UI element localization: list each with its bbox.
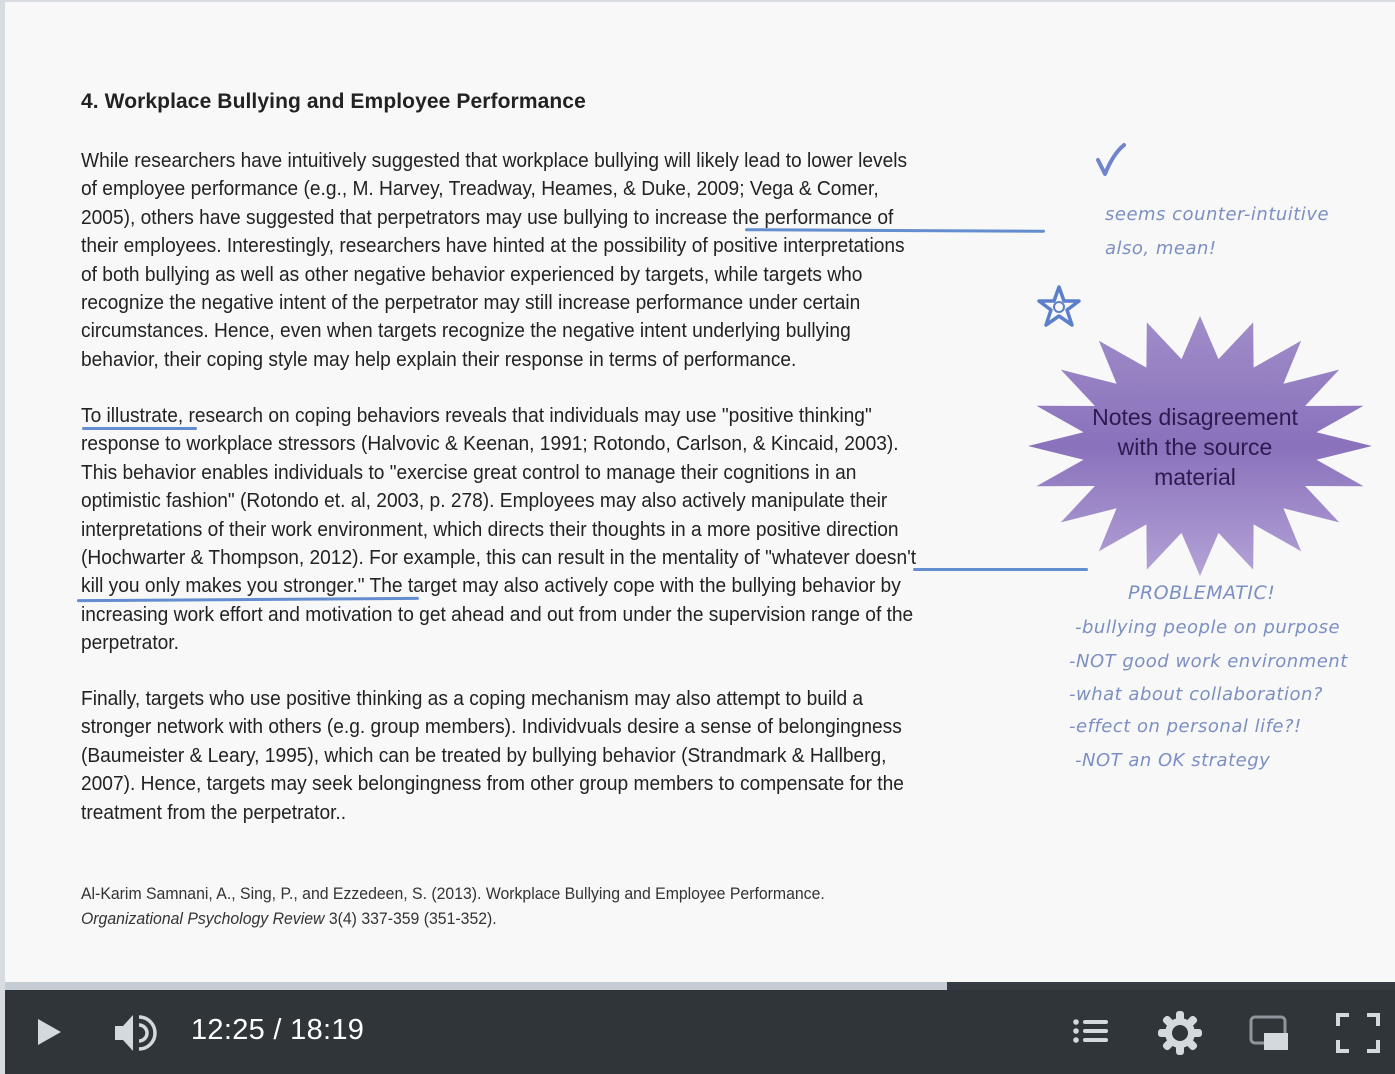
text-line: (Hochwarter & Thompson, 2012). For examp… bbox=[81, 546, 917, 570]
slide-heading: 4. Workplace Bullying and Employee Perfo… bbox=[81, 90, 586, 113]
text-line: of both bullying as well as other negati… bbox=[81, 262, 863, 286]
text-line: response to workplace stressors (Halvovi… bbox=[81, 432, 899, 456]
volume-button[interactable] bbox=[113, 1012, 165, 1059]
paragraph-3: Finally, targets who use positive thinki… bbox=[81, 685, 1016, 827]
paragraph-1: While researchers have intuitively sugge… bbox=[81, 147, 1016, 374]
note-problematic-item: -effect on personal life?! bbox=[1069, 716, 1302, 737]
note-problematic-item: -NOT good work environment bbox=[1069, 651, 1348, 672]
play-button[interactable] bbox=[35, 1017, 63, 1052]
fullscreen-icon bbox=[1336, 1013, 1380, 1053]
text-line: optimistic fashion" (Rotondo et. al, 200… bbox=[81, 489, 888, 513]
gear-tooth bbox=[1176, 1011, 1184, 1021]
note-problematic-title: PROBLEMATIC! bbox=[1128, 582, 1276, 604]
volume-icon bbox=[115, 1015, 157, 1051]
journal-title: Organizational Psychology Review bbox=[81, 908, 325, 928]
note-also-mean: also, mean! bbox=[1105, 238, 1217, 259]
gear-tooth bbox=[1176, 1045, 1184, 1055]
starburst-callout-text: Notes disagreement with the source mater… bbox=[1055, 402, 1335, 492]
text-line: treatment from the perpetrator.. bbox=[81, 800, 347, 824]
gear-icon bbox=[1158, 1011, 1202, 1055]
gear-tooth bbox=[1158, 1029, 1168, 1037]
callout-line: with the source bbox=[1117, 434, 1273, 460]
text-line: recognize the negative intent of the per… bbox=[81, 291, 861, 315]
paragraph-2: To illustrate, research on coping behavi… bbox=[81, 402, 1016, 658]
text-line: Finally, targets who use positive thinki… bbox=[81, 687, 864, 710]
note-problematic-item: -what about collaboration? bbox=[1069, 684, 1323, 705]
time-display: 12:25 / 18:19 bbox=[191, 1014, 365, 1046]
text-line: increasing work effort and motivation to… bbox=[81, 602, 914, 626]
text-line: their employees. Interestingly, research… bbox=[81, 234, 905, 258]
text-line: interpretations of their work environmen… bbox=[81, 517, 899, 541]
text-line: This behavior enables individuals to "ex… bbox=[81, 460, 857, 484]
text-line: To illustrate, research on coping behavi… bbox=[81, 404, 872, 427]
note-problematic-item: -NOT an OK strategy bbox=[1075, 750, 1271, 771]
note-problematic-item: -bullying people on purpose bbox=[1075, 617, 1341, 638]
play-icon bbox=[38, 1019, 61, 1045]
text-line: stronger network with others (e.g. group… bbox=[81, 715, 902, 739]
checkmark-icon bbox=[1096, 143, 1126, 176]
list-icon bbox=[1073, 1019, 1108, 1043]
chapters-button[interactable] bbox=[1073, 1018, 1109, 1049]
underline-annotation bbox=[82, 427, 197, 430]
callout-line: material bbox=[1154, 464, 1236, 490]
text-line: circumstances. Hence, even when targets … bbox=[81, 319, 851, 343]
text-line: kill you only makes you stronger." The t… bbox=[81, 574, 901, 598]
video-slide: 4. Workplace Bullying and Employee Perfo… bbox=[5, 2, 1395, 982]
text-line: of employee performance (e.g., M. Harvey… bbox=[81, 177, 879, 201]
note-counter-intuitive: seems counter-intuitive bbox=[1105, 204, 1330, 225]
text-line: behavior, their coping style may help ex… bbox=[81, 347, 797, 371]
text-line: perpetrator. bbox=[81, 631, 179, 655]
settings-button[interactable] bbox=[1157, 1010, 1203, 1061]
picture-in-picture-button[interactable] bbox=[1249, 1015, 1289, 1056]
text-line: (Baumeister & Leary, 1995), which can be… bbox=[81, 743, 887, 767]
seek-bar[interactable] bbox=[5, 982, 1395, 990]
citation-line: Al-Karim Samnani, A., Sing, P., and Ezze… bbox=[81, 884, 825, 903]
citation-details: 3(4) 337-359 (351-352). bbox=[324, 908, 497, 928]
video-controls-bar: 12:25 / 18:19 bbox=[5, 990, 1395, 1074]
fullscreen-button[interactable] bbox=[1335, 1012, 1381, 1059]
gear-tooth bbox=[1192, 1029, 1202, 1037]
source-citation: Al-Karim Samnani, A., Sing, P., and Ezze… bbox=[81, 882, 825, 931]
pip-icon bbox=[1249, 1015, 1288, 1050]
seek-bar-played bbox=[5, 982, 948, 990]
callout-line: Notes disagreement bbox=[1092, 404, 1298, 430]
text-line: While researchers have intuitively sugge… bbox=[81, 149, 908, 172]
text-line: 2007). Hence, targets may seek belonging… bbox=[81, 772, 904, 796]
